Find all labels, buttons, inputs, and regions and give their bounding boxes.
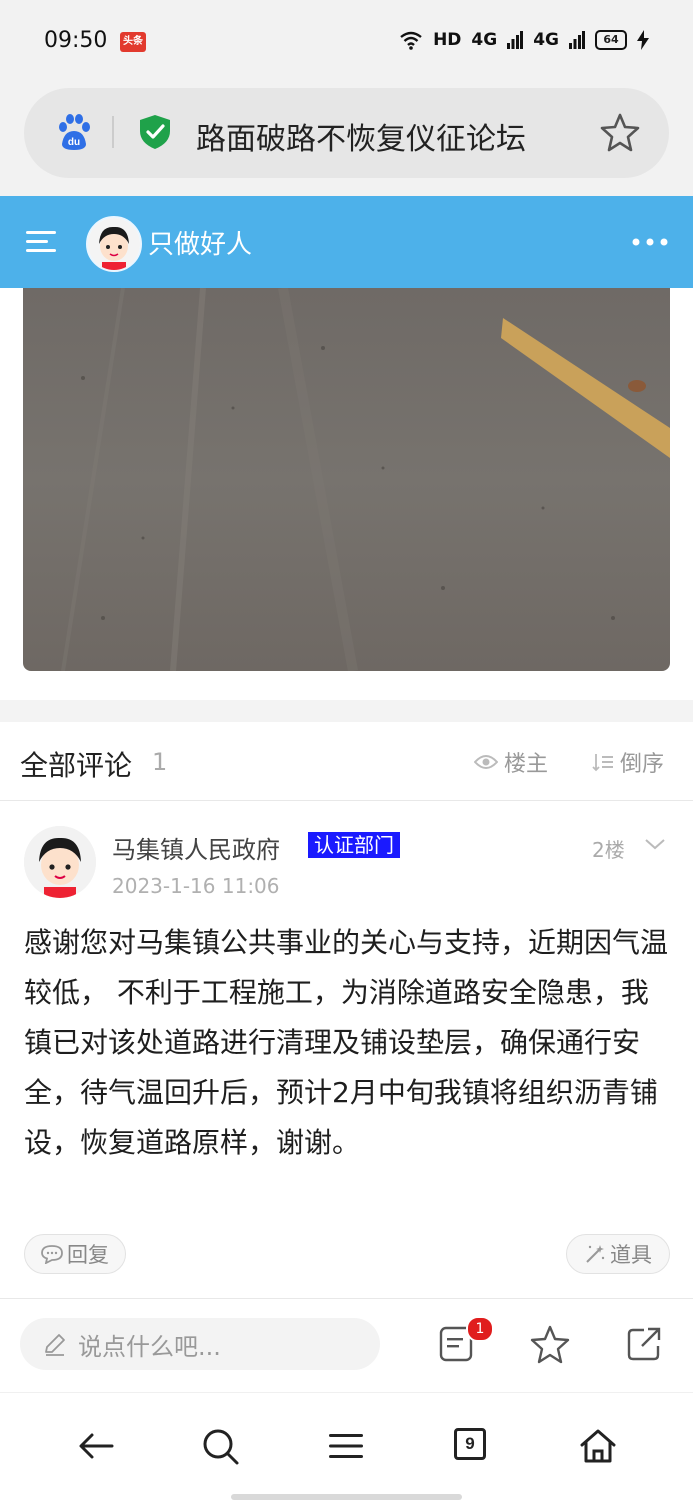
status-indicators: HD 4G 4G 64	[399, 30, 649, 50]
search-icon[interactable]	[200, 1426, 240, 1466]
share-icon[interactable]	[624, 1324, 664, 1364]
reply-button[interactable]: 回复	[24, 1234, 126, 1274]
tools-button[interactable]: 道具	[566, 1234, 670, 1274]
chevron-down-icon[interactable]	[644, 836, 666, 852]
eye-icon	[474, 755, 498, 769]
battery-icon: 64	[595, 30, 627, 50]
more-options-icon[interactable]	[630, 230, 670, 254]
divider-line	[0, 800, 693, 801]
avatar-face-icon	[88, 218, 140, 270]
filter-owner-button[interactable]: 楼主	[474, 746, 548, 778]
sort-order-button[interactable]: 倒序	[592, 746, 664, 778]
avatar-face-icon	[24, 826, 96, 898]
signal-4g-2: 4G	[533, 30, 559, 50]
comment-timestamp: 2023-1-16 11:06	[112, 874, 280, 898]
comment-author[interactable]: 马集镇人民政府	[112, 830, 280, 865]
reply-label: 回复	[67, 1243, 109, 1267]
hd-indicator: HD	[433, 30, 462, 50]
header-avatar[interactable]	[86, 216, 142, 272]
baidu-paw-icon[interactable]: du	[54, 112, 94, 152]
svg-text:du: du	[68, 137, 80, 148]
comment-input-placeholder: 说点什么吧...	[78, 1332, 221, 1361]
post-road-photo[interactable]	[23, 288, 670, 671]
bookmark-star-icon[interactable]	[600, 112, 640, 152]
chat-bubble-icon	[41, 1245, 63, 1264]
road-image	[23, 288, 670, 671]
tabs-count-button[interactable]: 9	[454, 1428, 486, 1460]
divider-line	[0, 1298, 693, 1299]
home-indicator[interactable]	[231, 1494, 462, 1500]
signal-bars-icon	[507, 31, 524, 49]
status-time: 09:50	[44, 28, 108, 53]
verified-badge: 认证部门	[308, 832, 400, 858]
page-title[interactable]: 路面破路不恢复仪征论坛	[196, 114, 526, 158]
sort-order-label: 倒序	[620, 752, 665, 777]
charging-icon	[637, 30, 649, 50]
address-divider	[112, 116, 114, 148]
favorite-star-icon[interactable]	[530, 1324, 570, 1364]
secure-shield-icon	[140, 115, 170, 149]
home-icon[interactable]	[578, 1426, 618, 1466]
menu-icon[interactable]	[24, 224, 60, 260]
news-app-icon: 头条	[120, 32, 146, 52]
comments-badge: 1	[466, 1316, 494, 1342]
comment-floor: 2楼	[592, 838, 625, 862]
section-separator	[0, 700, 693, 722]
comment-body: 感谢您对马集镇公共事业的关心与支持，近期因气温较低， 不利于工程施工，为消除道路…	[24, 926, 669, 1159]
signal-4g-1: 4G	[471, 30, 498, 50]
filter-owner-label: 楼主	[504, 752, 549, 777]
tools-label: 道具	[610, 1243, 652, 1267]
back-arrow-icon[interactable]	[76, 1426, 116, 1466]
comment-input[interactable]: 说点什么吧...	[20, 1318, 380, 1370]
wifi-icon	[400, 31, 422, 50]
comment-avatar[interactable]	[24, 826, 96, 898]
comments-count: 1	[152, 748, 168, 776]
comments-title: 全部评论	[20, 749, 133, 782]
forum-user-name[interactable]: 只做好人	[148, 224, 252, 261]
sort-icon	[592, 754, 613, 772]
magic-wand-icon	[586, 1245, 605, 1263]
signal-bars-icon	[569, 31, 585, 49]
menu-lines-icon[interactable]	[326, 1426, 366, 1466]
pencil-icon	[45, 1334, 65, 1356]
tabs-count: 9	[465, 1434, 475, 1453]
status-bar: 09:50 头条 HD 4G 4G 64	[0, 0, 693, 84]
